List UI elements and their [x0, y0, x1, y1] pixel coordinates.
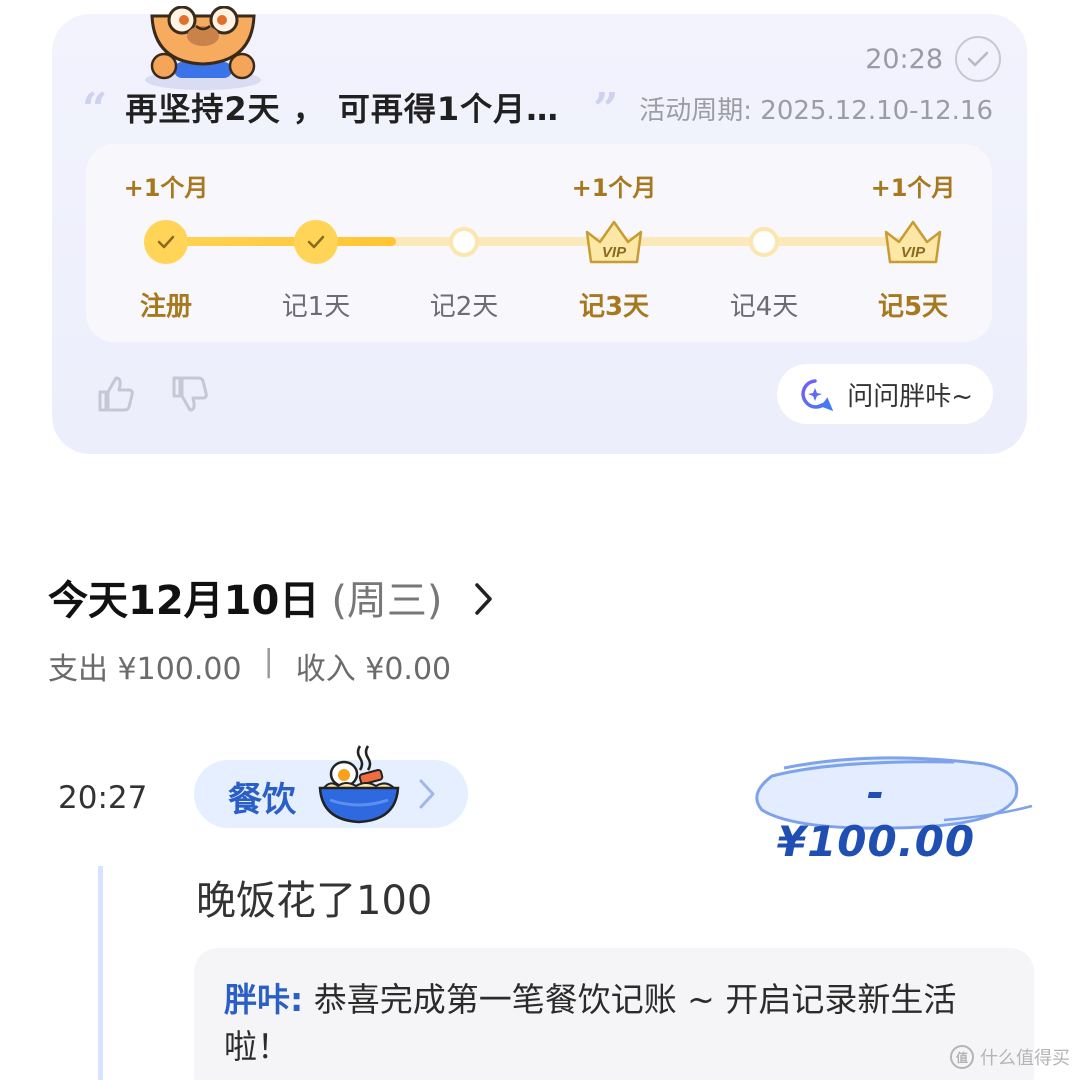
category-pill[interactable]: 餐饮 — [194, 745, 468, 828]
close-quote-icon: ” — [593, 84, 619, 135]
step-day-4: 记4天 — [704, 144, 824, 342]
step-reward: +1个月 — [870, 174, 956, 202]
record-amount-wrap[interactable]: -¥100.00 — [754, 754, 1036, 866]
checkin-progress: +1个月 注册 记1天 记2天 +1个月 VIP 记3天 记4天 +1个月 VI… — [86, 144, 992, 342]
step-day-5: +1个月 VIP 记5天 — [853, 144, 973, 342]
check-icon — [294, 220, 338, 264]
vip-crown-icon: VIP — [585, 220, 643, 264]
day-date: 今天12月10日 — [48, 578, 320, 624]
vip-crown-icon: VIP — [884, 220, 942, 264]
record-timeline-line — [98, 866, 103, 1080]
record-note[interactable]: 晚饭花了100 — [196, 868, 432, 926]
chevron-right-icon — [419, 779, 435, 809]
feedback-actions — [96, 374, 210, 414]
watermark-logo-icon: 值 — [950, 1045, 974, 1069]
summary-divider: | — [263, 644, 274, 679]
chevron-right-icon[interactable] — [473, 581, 495, 617]
watermark: 值 什么值得买 — [950, 1044, 1070, 1070]
step-day-3: +1个月 VIP 记3天 — [554, 144, 674, 342]
reply-text: 恭喜完成第一笔餐饮记账 ~ 开启记录新生活啦！ — [224, 980, 957, 1066]
day-summary: 支出 ¥100.00 | 收入 ¥0.00 — [48, 644, 451, 688]
step-reward: +1个月 — [123, 174, 209, 202]
open-quote-icon: “ — [82, 84, 108, 135]
thumbs-up-icon[interactable] — [96, 374, 136, 414]
watermark-text: 什么值得买 — [980, 1048, 1070, 1069]
step-reward: +1个月 — [571, 174, 657, 202]
day-income: 收入 ¥0.00 — [295, 652, 452, 687]
record-time: 20:27 — [58, 780, 148, 816]
assistant-reply: 胖咔: 恭喜完成第一笔餐饮记账 ~ 开启记录新生活啦！ — [194, 948, 1034, 1080]
day-weekday: (周三) — [331, 578, 443, 624]
read-check-icon — [955, 36, 1001, 82]
step-register: +1个月 注册 — [106, 144, 226, 342]
thumbs-down-icon[interactable] — [170, 374, 210, 414]
noodle-bowl-icon — [318, 745, 400, 824]
step-day-2: 记2天 — [404, 144, 524, 342]
mascot-capybara-icon — [145, 6, 261, 90]
check-icon — [144, 220, 188, 264]
reply-author: 胖咔: — [224, 980, 304, 1019]
record-amount: -¥100.00 — [776, 768, 976, 866]
step-label: 记1天 — [281, 292, 351, 322]
message-time: 20:28 — [865, 43, 943, 75]
ask-assistant-label: 问问胖咔~ — [847, 381, 973, 412]
step-label: 注册 — [139, 292, 192, 322]
day-expense: 支出 ¥100.00 — [48, 652, 242, 687]
step-label: 记2天 — [429, 292, 499, 322]
bot-message-card: 20:28 “ 再坚持2天 ， 可再得1个月… ” 活动周期: 2025.12.… — [52, 6, 1027, 454]
message-text: 再坚持2天 ， 可再得1个月… — [125, 90, 560, 128]
step-label: 记3天 — [578, 292, 650, 322]
ask-assistant-button[interactable]: 问问胖咔~ — [777, 364, 993, 424]
pending-node-icon — [449, 227, 479, 257]
day-header[interactable]: 今天12月10日 (周三) — [48, 568, 495, 626]
category-label: 餐饮 — [228, 780, 296, 820]
vip-badge-text: VIP — [901, 244, 926, 261]
sparkle-chat-icon — [801, 379, 834, 411]
step-label: 记5天 — [877, 292, 949, 322]
step-day-1: 记1天 — [256, 144, 376, 342]
pending-node-icon — [749, 227, 779, 257]
vip-badge-text: VIP — [602, 244, 627, 261]
activity-period: 活动周期: 2025.12.10-12.16 — [639, 96, 993, 126]
step-label: 记4天 — [729, 292, 799, 322]
